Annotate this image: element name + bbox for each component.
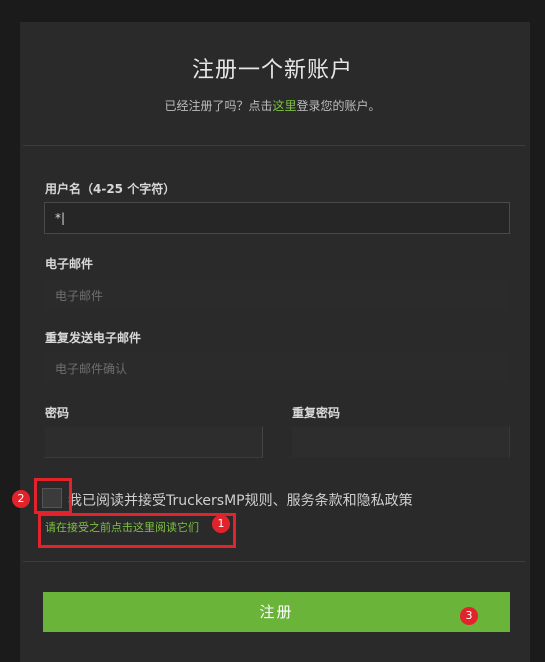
email-label: 电子邮件 [45, 257, 94, 271]
annotation-badge-2: 2 [12, 490, 30, 508]
read-link-highlight [38, 513, 236, 548]
login-link[interactable]: 这里 [272, 99, 296, 113]
form-divider [23, 561, 525, 562]
page-title: 注册一个新账户 [191, 58, 353, 83]
header-divider [23, 145, 525, 146]
terms-label: 我已阅读并接受TruckersMP规则、服务条款和隐私政策 [68, 493, 413, 509]
password-confirm-label: 重复密码 [292, 406, 341, 420]
password-label: 密码 [45, 406, 70, 420]
annotation-badge-3: 3 [460, 607, 478, 625]
checkbox-highlight [34, 478, 72, 514]
username-label: 用户名（4-25 个字符） [45, 182, 176, 196]
register-button[interactable]: 注册 [43, 592, 510, 632]
login-prompt-text: 已经注册了吗？点击 [164, 99, 273, 113]
email-confirm-input[interactable]: 电子邮件确认 [44, 351, 510, 383]
username-input[interactable]: *| [44, 202, 510, 234]
password-confirm-input[interactable] [291, 426, 510, 458]
email-confirm-label: 重复发送电子邮件 [45, 331, 142, 345]
annotation-badge-1: 1 [212, 515, 230, 533]
login-prompt: 已经注册了吗？点击这里登录您的账户。 [0, 97, 545, 114]
password-input[interactable] [44, 426, 263, 458]
email-input[interactable]: 电子邮件 [44, 278, 510, 310]
login-prompt-text-after: 登录您的账户。 [296, 99, 381, 113]
